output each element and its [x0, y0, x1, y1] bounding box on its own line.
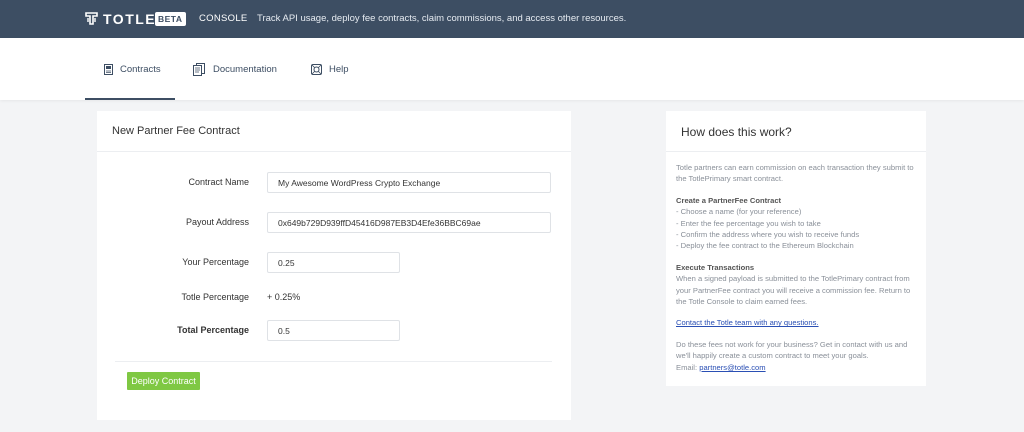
tab-help-label: Help	[329, 63, 349, 75]
email-label: Email:	[676, 362, 698, 372]
contact-section: Contact the Totle team with any question…	[676, 317, 921, 328]
nav-bar: Contracts Documentation Help	[0, 38, 1024, 100]
custom-section: Do these fees not work for your business…	[676, 339, 921, 373]
total-percentage-label: Total Percentage	[177, 325, 249, 335]
your-percentage-label: Your Percentage	[182, 257, 249, 267]
top-bar: TOTLE BETA CONSOLE Track API usage, depl…	[0, 0, 1024, 38]
execute-text: When a signed payload is submitted to th…	[676, 274, 911, 307]
email-link[interactable]: partners@totle.com	[699, 363, 765, 372]
create-step: - Choose a name (for your reference)	[676, 207, 802, 217]
custom-text: Do these fees not work for your business…	[676, 339, 908, 361]
deploy-contract-button[interactable]: Deploy Contract	[127, 372, 200, 390]
create-step: - Confirm the address where you wish to …	[676, 230, 860, 240]
help-icon	[311, 63, 322, 75]
card-divider	[97, 151, 571, 152]
form-title: New Partner Fee Contract	[112, 125, 240, 137]
create-step: - Enter the fee percentage you wish to t…	[676, 218, 821, 228]
logo-text[interactable]: TOTLE	[103, 11, 156, 27]
console-label[interactable]: CONSOLE	[199, 13, 248, 24]
side-body: Totle partners can earn commission on ea…	[676, 162, 921, 383]
tab-documentation[interactable]: Documentation	[193, 38, 277, 100]
contract-name-input[interactable]	[267, 172, 551, 193]
active-tab-indicator	[85, 98, 175, 100]
header-tagline: Track API usage, deploy fee contracts, c…	[257, 13, 627, 24]
create-section: Create a PartnerFee Contract - Choose a …	[676, 195, 921, 252]
tab-contracts[interactable]: Contracts	[104, 38, 161, 100]
tab-help[interactable]: Help	[311, 38, 349, 100]
side-title: How does this work?	[681, 125, 792, 139]
contract-name-label: Contract Name	[188, 177, 249, 187]
contact-link[interactable]: Contact the Totle team with any question…	[676, 318, 819, 327]
totle-percentage-value: + 0.25%	[267, 292, 301, 302]
totle-percentage-label: Totle Percentage	[181, 292, 249, 302]
documentation-icon	[193, 62, 205, 76]
payout-address-input[interactable]	[267, 212, 551, 233]
partner-fee-form-card: New Partner Fee Contract Contract Name P…	[97, 111, 571, 420]
total-percentage-input[interactable]	[267, 320, 400, 341]
your-percentage-input[interactable]	[267, 252, 400, 273]
execute-section: Execute Transactions When a signed paylo…	[676, 262, 921, 308]
tab-documentation-label: Documentation	[213, 63, 277, 75]
how-it-works-card: How does this work? Totle partners can e…	[666, 111, 926, 386]
beta-badge: BETA	[155, 12, 186, 26]
create-step: - Deploy the fee contract to the Ethereu…	[676, 241, 854, 251]
create-heading: Create a PartnerFee Contract	[676, 195, 782, 205]
side-divider	[666, 151, 926, 152]
contract-icon	[104, 63, 113, 75]
form-divider	[115, 361, 552, 362]
tab-contracts-label: Contracts	[120, 63, 161, 75]
payout-address-label: Payout Address	[185, 217, 249, 227]
side-intro: Totle partners can earn commission on ea…	[676, 163, 914, 184]
execute-heading: Execute Transactions	[676, 262, 755, 272]
totle-logo-icon[interactable]	[85, 12, 98, 25]
